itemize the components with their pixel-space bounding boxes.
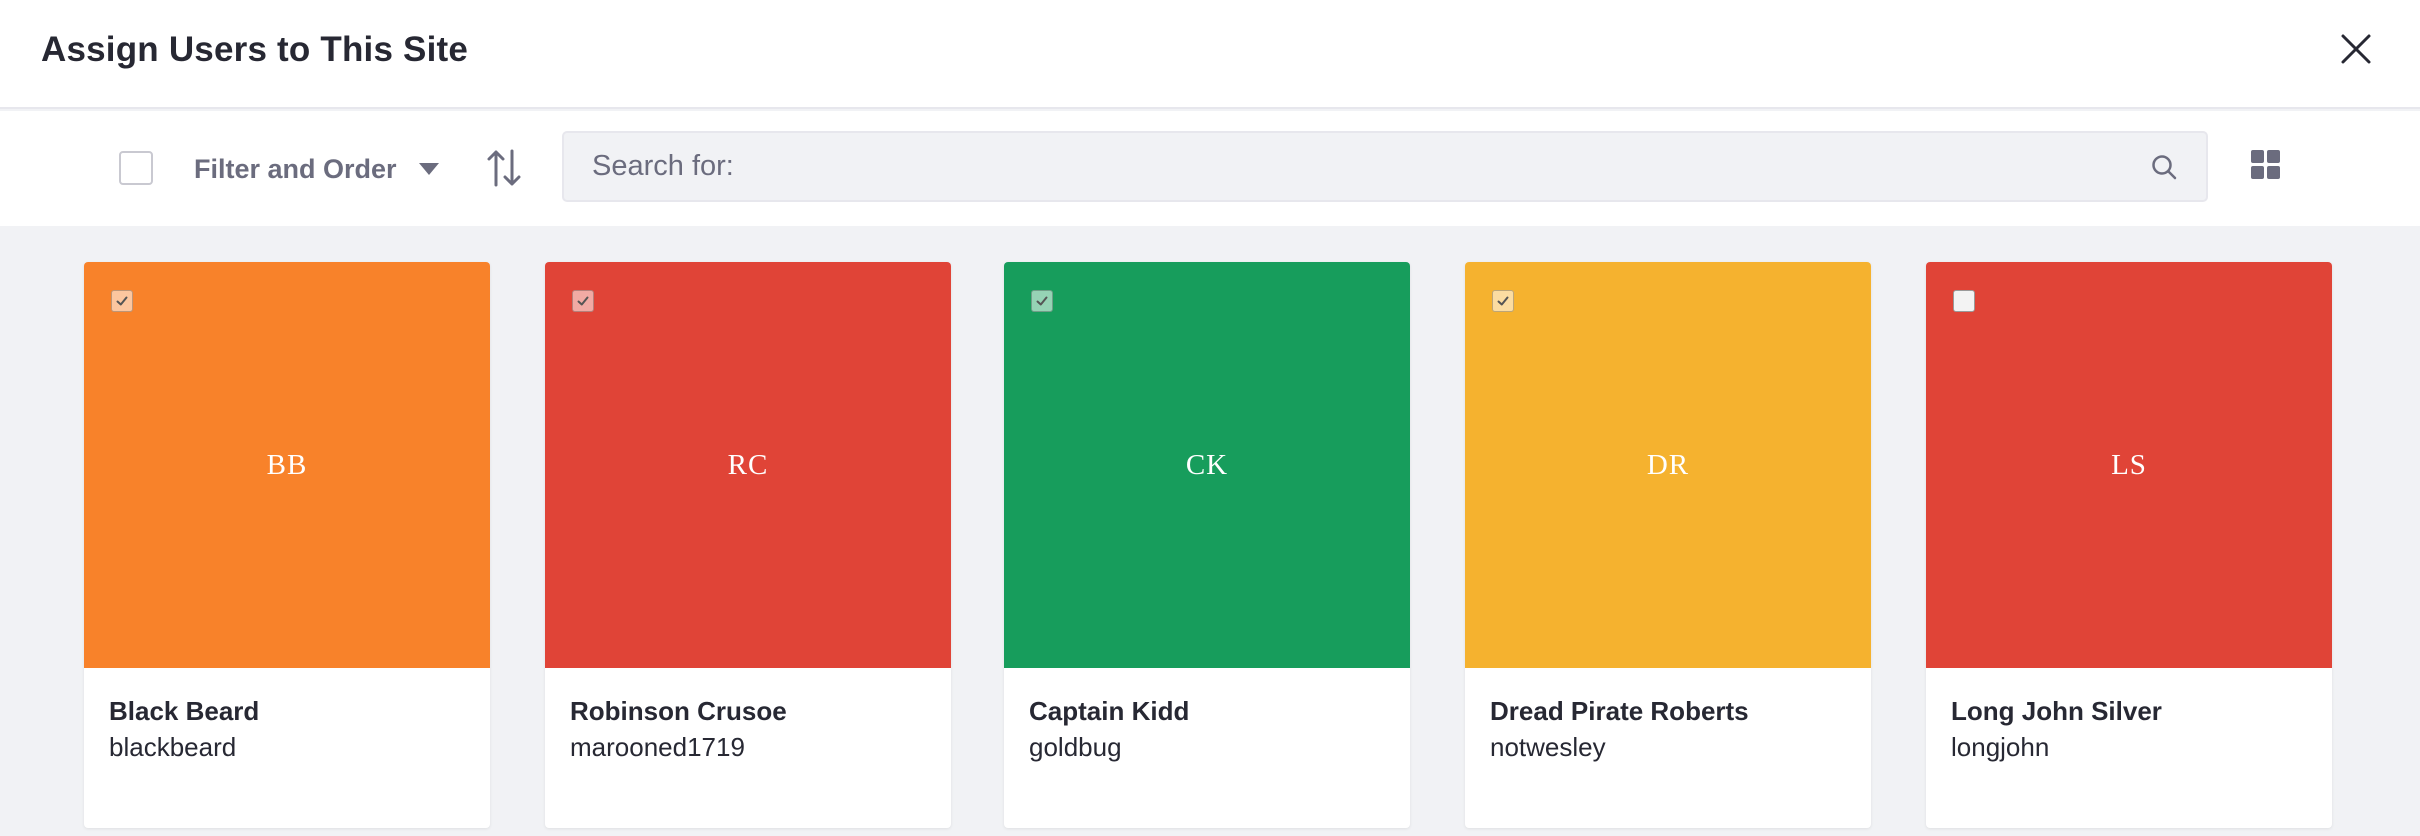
user-screen-name: goldbug [1029,732,1122,762]
filter-and-order-dropdown[interactable]: Filter and Order [194,149,439,189]
filter-and-order-label: Filter and Order [194,153,397,184]
user-card[interactable]: RC Robinson Crusoe marooned1719 [545,262,951,828]
select-all-checkbox[interactable] [119,151,153,185]
user-card[interactable]: CK Captain Kidd goldbug [1004,262,1410,828]
user-initials: LS [2111,448,2147,481]
user-screen-name: blackbeard [109,732,237,762]
user-initials: CK [1185,448,1229,481]
user-screen-name: marooned1719 [570,732,745,762]
grid-view-icon[interactable] [2251,150,2281,180]
user-card[interactable]: DR Dread Pirate Roberts notwesley [1465,262,1871,828]
search-field [562,131,2208,202]
user-avatar: DR [1465,262,1871,668]
user-avatar: RC [545,262,951,668]
user-select-checkbox[interactable] [572,290,594,312]
checkmark-icon [1497,296,1509,306]
card-body: Captain Kidd goldbug [1004,668,1410,828]
modal-title: Assign Users to This Site [41,30,469,69]
checkmark-icon [116,296,128,306]
user-avatar: LS [1926,262,2332,668]
checkmark-icon [1036,296,1048,306]
card-body: Black Beard blackbeard [84,668,490,828]
sort-arrows-icon[interactable] [486,147,522,189]
user-avatar: BB [84,262,490,668]
user-full-name: Long John Silver [1951,696,2162,726]
close-icon[interactable] [2338,31,2374,67]
user-avatar: CK [1004,262,1410,668]
user-full-name: Black Beard [109,696,260,726]
user-initials: RC [727,448,769,481]
user-screen-name: longjohn [1951,732,2050,762]
user-card[interactable]: LS Long John Silver longjohn [1926,262,2332,828]
user-select-checkbox[interactable] [1953,290,1975,312]
card-body: Dread Pirate Roberts notwesley [1465,668,1871,828]
search-input[interactable] [564,133,2144,200]
user-full-name: Dread Pirate Roberts [1490,696,1749,726]
user-screen-name: notwesley [1490,732,1606,762]
user-initials: DR [1646,448,1690,481]
user-card[interactable]: BB Black Beard blackbeard [84,262,490,828]
card-body: Robinson Crusoe marooned1719 [545,668,951,828]
user-full-name: Robinson Crusoe [570,696,787,726]
user-select-checkbox[interactable] [1492,290,1514,312]
modal-header: Assign Users to This Site [0,0,2420,109]
card-body: Long John Silver longjohn [1926,668,2332,828]
user-select-checkbox[interactable] [111,290,133,312]
caret-down-icon [418,163,439,175]
management-toolbar: Filter and Order [0,111,2420,226]
user-initials: BB [266,448,308,481]
checkmark-icon [577,296,589,306]
user-select-checkbox[interactable] [1031,290,1053,312]
user-full-name: Captain Kidd [1029,696,1190,726]
search-icon[interactable] [2150,153,2178,181]
